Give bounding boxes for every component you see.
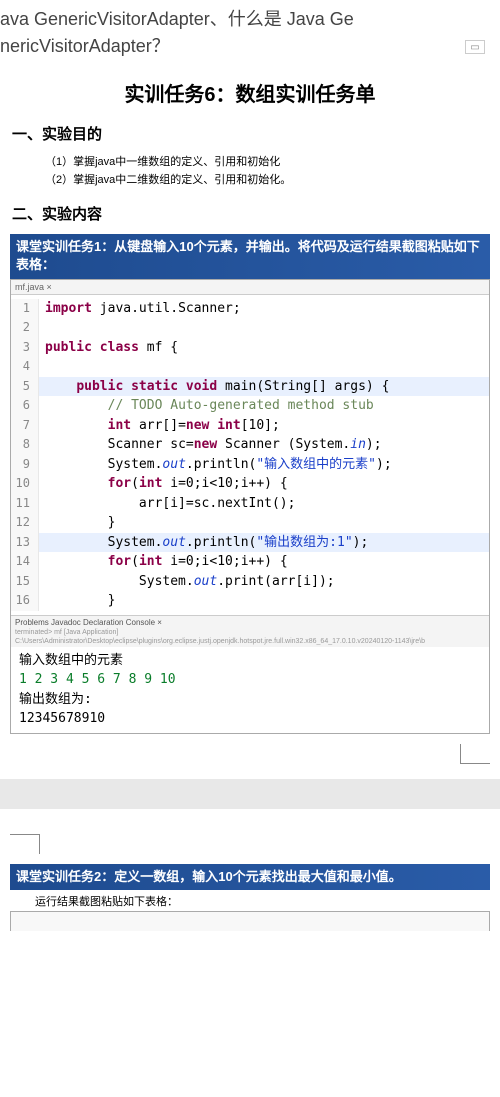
code-line: 2: [11, 318, 489, 338]
code-line: 7 int arr[]=new int[10];: [11, 416, 489, 436]
code-line: 5 public static void main(String[] args)…: [11, 377, 489, 397]
crop-mark-icon: [460, 744, 490, 764]
objectives-list: （1）掌握java中一维数组的定义、引用和初始化 （2）掌握java中二维数组的…: [45, 154, 500, 189]
console-output: 输入数组中的元素1 2 3 4 5 6 7 8 9 10输出数组为:123456…: [11, 647, 489, 733]
page-header-line1: ava GenericVisitorAdapter、什么是 Java Ge: [0, 6, 500, 33]
code-line: 11 arr[i]=sc.nextInt();: [11, 494, 489, 514]
document-title: 实训任务6：数组实训任务单: [0, 78, 500, 107]
section-heading-objectives: 一、实验目的: [12, 123, 488, 144]
section-heading-content: 二、实验内容: [12, 203, 488, 224]
crop-mark-icon: [10, 834, 40, 854]
code-line: 13 System.out.println("输出数组为:1");: [11, 533, 489, 553]
task2-subtitle: 运行结果截图粘贴如下表格：: [35, 893, 490, 909]
code-line: 8 Scanner sc=new Scanner (System.in);: [11, 435, 489, 455]
objective-item: （2）掌握java中二维数组的定义、引用和初始化。: [45, 172, 500, 190]
task2-banner: 课堂实训任务2：定义一数组，输入10个元素找出最大值和最小值。: [10, 864, 490, 890]
console-tabs[interactable]: Problems Javadoc Declaration Console × t…: [11, 615, 489, 647]
code-area: 1import java.util.Scanner;2 3public clas…: [11, 295, 489, 615]
divider-band: [0, 779, 500, 809]
code-line: 14 for(int i=0;i<10;i++) {: [11, 552, 489, 572]
code-line: 10 for(int i=0;i<10;i++) {: [11, 474, 489, 494]
page-header-line2: nericVisitorAdapter？: [0, 33, 500, 60]
code-line: 6 // TODO Auto-generated method stub: [11, 396, 489, 416]
code-line: 4: [11, 357, 489, 377]
code-line: 1import java.util.Scanner;: [11, 299, 489, 319]
code-line: 15 System.out.print(arr[i]);: [11, 572, 489, 592]
editor-tab[interactable]: mf.java ×: [11, 280, 489, 295]
code-editor-box: mf.java × 1import java.util.Scanner;2 3p…: [10, 279, 490, 734]
code-line: 12 }: [11, 513, 489, 533]
page-break-gap: [10, 744, 490, 854]
close-icon[interactable]: ▭: [465, 40, 485, 54]
objective-item: （1）掌握java中一维数组的定义、引用和初始化: [45, 154, 500, 172]
code-line: 9 System.out.println("输入数组中的元素");: [11, 455, 489, 475]
code-editor-box-2: [10, 911, 490, 931]
task1-banner: 课堂实训任务1：从键盘输入10个元素，并输出。将代码及运行结果截图粘贴如下表格：: [10, 234, 490, 278]
code-line: 3public class mf {: [11, 338, 489, 358]
code-line: 16 }: [11, 591, 489, 611]
